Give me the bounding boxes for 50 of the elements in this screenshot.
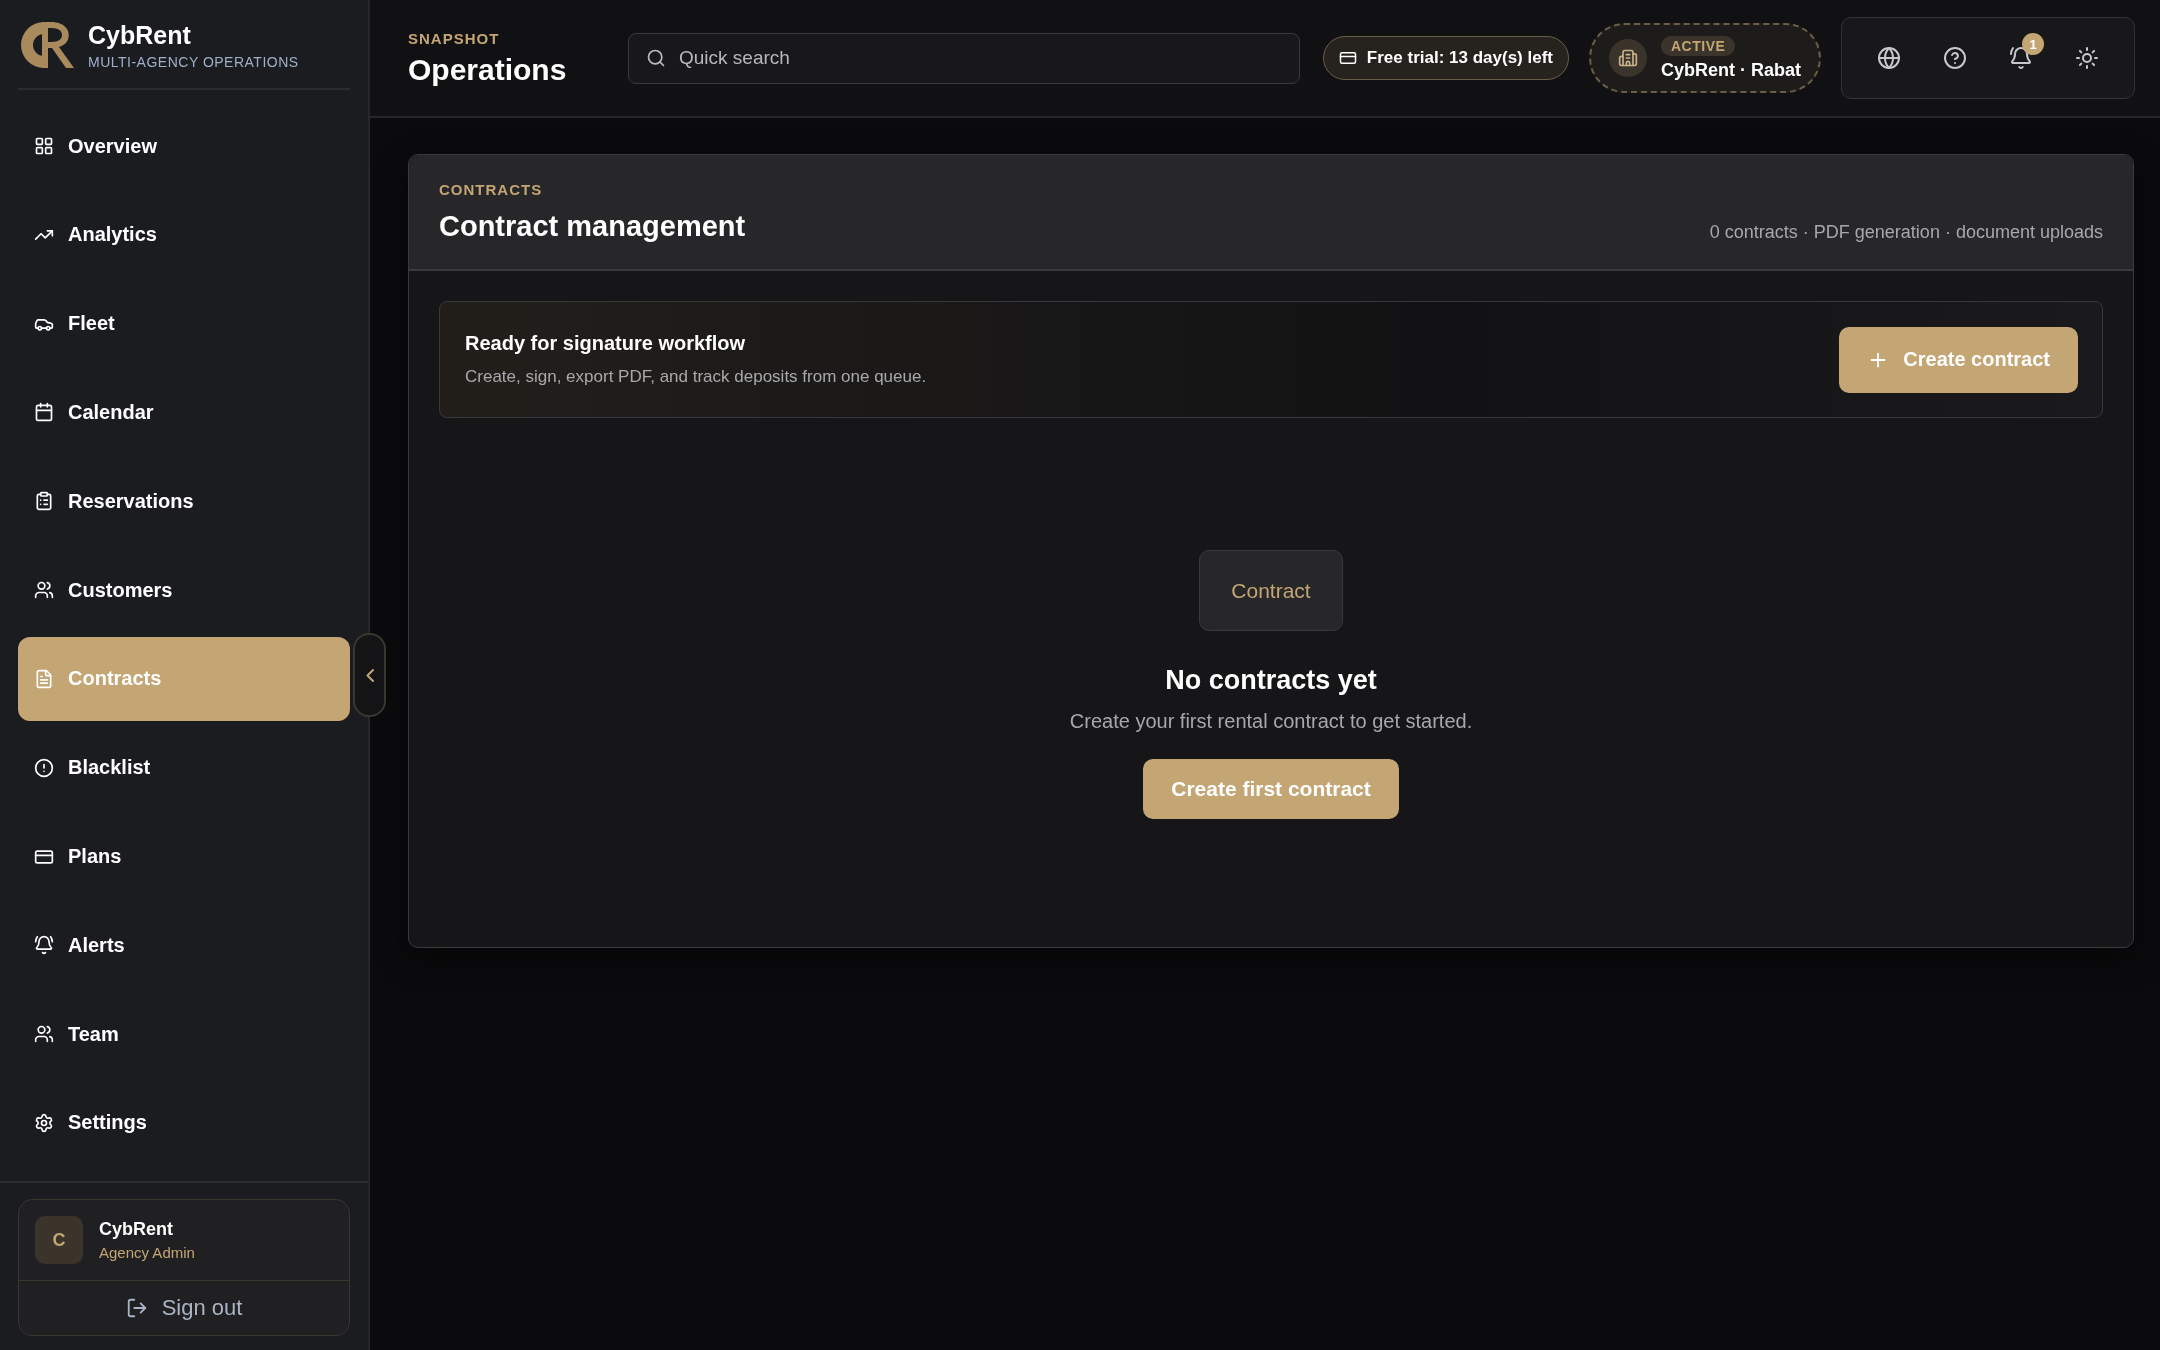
sidebar-item[interactable]: Overview bbox=[18, 104, 350, 188]
banner-text: Create, sign, export PDF, and track deposits from one queue. bbox=[465, 367, 927, 387]
bell-icon bbox=[34, 935, 54, 956]
agency-name: CybRent · Rabat bbox=[1661, 59, 1801, 81]
card-eyebrow: CONTRACTS bbox=[439, 181, 544, 198]
sun-icon bbox=[2075, 46, 2099, 70]
empty-text: Create your first rental contract to get started. bbox=[1069, 710, 1473, 733]
contract-chip: Contract bbox=[1199, 550, 1343, 631]
settings-icon bbox=[34, 1112, 54, 1133]
search-icon bbox=[646, 47, 666, 68]
sidebar-item[interactable]: Calendar bbox=[18, 370, 350, 455]
agency-switcher[interactable]: ACTIVE CybRent · Rabat bbox=[1589, 23, 1821, 93]
page-eyebrow: SNAPSHOT bbox=[408, 29, 501, 47]
brand-tagline: MULTI-AGENCY OPERATIONS bbox=[88, 53, 299, 70]
chevron-left-icon bbox=[365, 668, 374, 682]
grid-icon bbox=[34, 136, 54, 156]
sign-out-icon bbox=[125, 1297, 148, 1319]
user-role: Agency Admin bbox=[99, 1244, 195, 1261]
sign-out-button[interactable]: Sign out bbox=[19, 1281, 349, 1335]
sidebar-item[interactable]: Blacklist bbox=[18, 725, 350, 810]
banner-title: Ready for signature workflow bbox=[465, 332, 747, 355]
trial-badge[interactable]: Free trial: 13 day(s) left bbox=[1322, 36, 1569, 80]
calendar-icon bbox=[34, 402, 54, 423]
sidebar-item[interactable]: Fleet bbox=[18, 281, 350, 366]
status-badge: ACTIVE bbox=[1661, 35, 1736, 56]
page-title: Operations bbox=[408, 52, 568, 87]
sidebar-item[interactable]: Reservations bbox=[18, 459, 350, 544]
help-icon bbox=[1943, 46, 1967, 70]
building-icon bbox=[1618, 48, 1638, 68]
sidebar-item[interactable]: Alerts bbox=[18, 903, 350, 988]
search-field[interactable]: Quick search bbox=[628, 32, 1300, 84]
empty-title: No contracts yet bbox=[1165, 665, 1377, 696]
sidebar-item[interactable]: Customers bbox=[18, 548, 350, 633]
notification-count: 1 bbox=[2022, 33, 2044, 55]
sidebar-item[interactable]: Team bbox=[18, 992, 350, 1077]
users-icon bbox=[34, 580, 54, 601]
card-title: Contract management bbox=[439, 210, 746, 243]
user-name: CybRent bbox=[99, 1219, 174, 1240]
alert-icon bbox=[34, 757, 54, 778]
avatar: C bbox=[35, 1216, 83, 1264]
card-icon bbox=[1338, 49, 1357, 67]
card-meta: 0 contracts · PDF generation · document uploads bbox=[1709, 222, 2103, 243]
brand-name: CybRent bbox=[88, 20, 192, 50]
globe-icon bbox=[1877, 46, 1901, 70]
sidebar-item[interactable]: Settings bbox=[18, 1080, 350, 1165]
sidebar-item[interactable]: Analytics bbox=[18, 192, 350, 277]
document-icon bbox=[34, 668, 54, 689]
clipboard-icon bbox=[34, 491, 54, 512]
sidebar-item[interactable]: Plans bbox=[18, 814, 350, 899]
users-icon bbox=[34, 1024, 54, 1045]
